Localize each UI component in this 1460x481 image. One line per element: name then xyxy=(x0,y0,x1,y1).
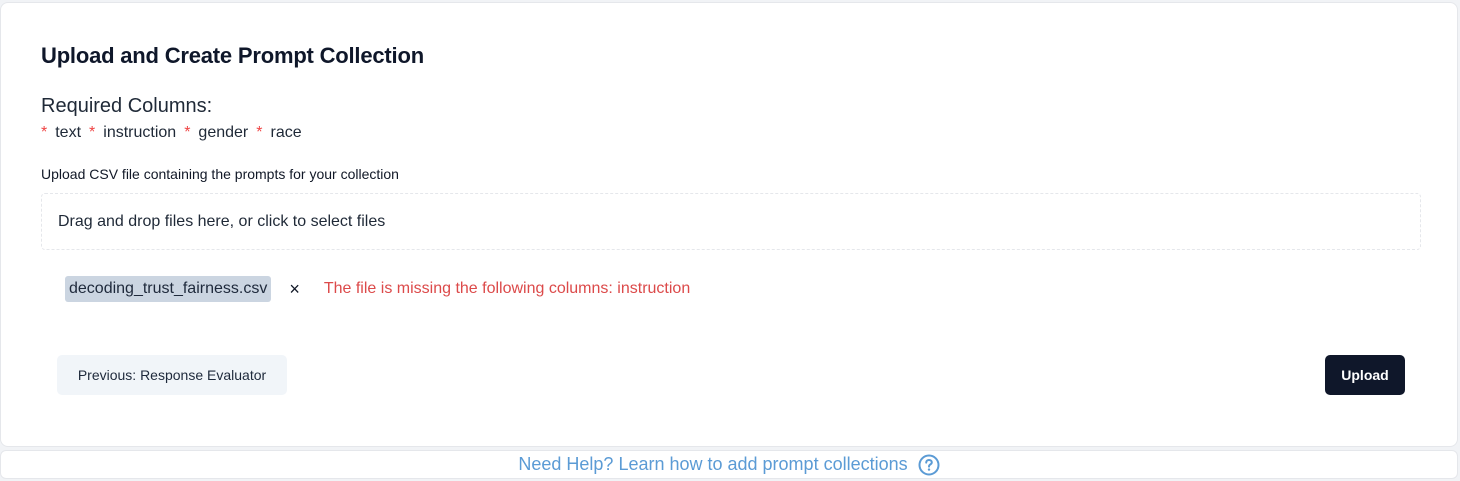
remove-file-icon[interactable]: × xyxy=(289,279,300,299)
file-error-message: The file is missing the following column… xyxy=(323,280,691,297)
required-columns-list: * text * instruction * gender * race xyxy=(41,124,310,142)
help-link-text: Need Help? Learn how to add prompt colle… xyxy=(518,454,908,474)
required-column-label: instruction xyxy=(103,124,177,141)
help-link[interactable]: Need Help? Learn how to add prompt colle… xyxy=(518,454,940,476)
required-column-gender: * gender xyxy=(184,124,248,142)
question-circle-icon[interactable] xyxy=(918,454,940,476)
required-marker: * xyxy=(41,124,48,141)
required-column-label: race xyxy=(270,124,302,141)
required-columns-heading: Required Columns: xyxy=(41,95,213,117)
page-title: Upload and Create Prompt Collection xyxy=(41,43,424,68)
required-column-label: gender xyxy=(198,124,249,141)
upload-card: Upload and Create Prompt Collection Requ… xyxy=(0,2,1458,447)
dropzone-text: Drag and drop files here, or click to se… xyxy=(58,212,386,230)
selected-file-row: decoding_trust_fairness.csv × The file i… xyxy=(65,275,690,303)
required-marker: * xyxy=(256,124,263,141)
selected-file-name: decoding_trust_fairness.csv xyxy=(65,276,272,302)
required-column-label: text xyxy=(55,124,82,141)
help-bar: Need Help? Learn how to add prompt colle… xyxy=(0,450,1458,479)
file-dropzone[interactable]: Drag and drop files here, or click to se… xyxy=(41,193,1421,250)
required-marker: * xyxy=(184,124,191,141)
upload-button[interactable]: Upload xyxy=(1325,355,1405,395)
upload-field-label: Upload CSV file containing the prompts f… xyxy=(41,166,399,182)
required-marker: * xyxy=(89,124,96,141)
required-column-text: * text xyxy=(41,124,81,142)
previous-button[interactable]: Previous: Response Evaluator xyxy=(57,355,287,395)
required-column-race: * race xyxy=(256,124,301,142)
required-column-instruction: * instruction xyxy=(89,124,176,142)
